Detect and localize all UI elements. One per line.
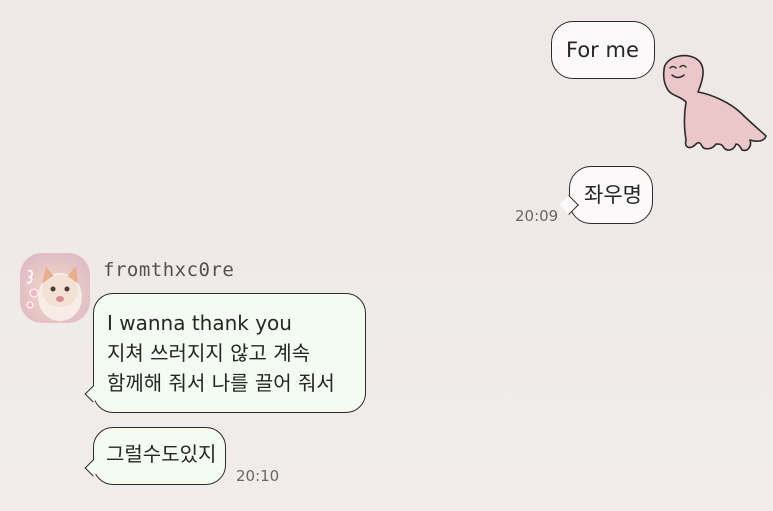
message-line: 함께해 줘서 나를 끌어 줘서 <box>107 371 335 395</box>
chat-screen: For me 20:09 좌우명 fromthxc0re I wanna tha… <box>0 0 773 511</box>
incoming-message-bubble[interactable]: I wanna thank you 지쳐 쓰러지지 않고 계속 함께해 줘서 나… <box>93 293 366 413</box>
incoming-message-bubble[interactable]: 그럴수도있지 <box>93 427 226 485</box>
kitten-photo-avatar <box>26 266 82 321</box>
outgoing-message-bubble[interactable]: For me <box>551 21 655 79</box>
pink-dinosaur-icon <box>662 54 767 152</box>
message-text: 좌우명 <box>584 183 642 207</box>
message-timestamp: 20:09 <box>515 207 559 225</box>
outgoing-message-bubble[interactable]: 좌우명 <box>569 166 653 224</box>
message-text: For me <box>566 38 639 62</box>
sender-name: fromthxc0re <box>103 259 235 281</box>
message-timestamp: 20:10 <box>236 467 280 485</box>
avatar[interactable] <box>20 253 90 323</box>
message-text: 그럴수도있지 <box>106 442 217 466</box>
message-line: I wanna thank you <box>107 311 292 335</box>
message-line: 지쳐 쓰러지지 않고 계속 <box>107 341 311 365</box>
